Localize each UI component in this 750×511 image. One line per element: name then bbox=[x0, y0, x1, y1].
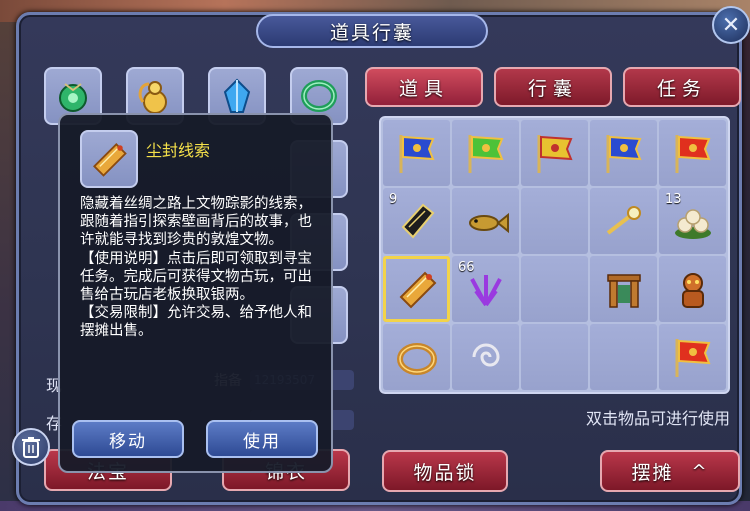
inventory-cell[interactable] bbox=[452, 188, 519, 254]
yellow-banner-icon bbox=[537, 135, 573, 173]
tab-items[interactable]: 道具 bbox=[365, 67, 483, 107]
inventory-cell[interactable] bbox=[452, 120, 519, 186]
gate-icon bbox=[606, 274, 641, 308]
trash-icon bbox=[22, 437, 40, 458]
item-tooltip: 尘封线索 隐藏着丝绸之路上文物踪影的线索，跟随着指引探索壁画背后的故事，也许就能… bbox=[58, 113, 333, 473]
move-button[interactable]: 移动 bbox=[72, 420, 184, 458]
tab-tasks[interactable]: 任务 bbox=[623, 67, 741, 107]
inventory-cell[interactable] bbox=[452, 324, 519, 390]
tooltip-item-name: 尘封线索 bbox=[146, 141, 211, 160]
gourd-icon bbox=[138, 81, 167, 114]
green-banner-icon bbox=[468, 135, 504, 173]
blue-banner-icon bbox=[399, 135, 435, 173]
item-lock-button[interactable]: 物品锁 bbox=[382, 450, 508, 492]
dusty-clue-icon bbox=[93, 143, 127, 177]
stall-label: 摆摊 bbox=[631, 461, 674, 484]
tab-bag[interactable]: 行囊 bbox=[494, 67, 612, 107]
usage-hint: 双击物品可进行使用 bbox=[585, 409, 730, 428]
inventory-cell[interactable] bbox=[383, 120, 450, 186]
inventory-grid: 9 13 66 bbox=[379, 116, 730, 394]
beast-icon bbox=[681, 273, 704, 308]
close-button[interactable]: ✕ bbox=[712, 6, 750, 44]
inventory-cell[interactable] bbox=[659, 324, 726, 390]
red-banner-icon bbox=[675, 135, 711, 173]
wand-icon bbox=[606, 206, 641, 235]
jade-amulet-icon bbox=[59, 83, 87, 112]
inventory-cell[interactable] bbox=[521, 120, 588, 186]
tooltip-description: 隐藏着丝绸之路上文物踪影的线索，跟随着指引探索壁画背后的故事，也许就能寻找到珍贵… bbox=[80, 196, 312, 340]
inventory-cell-selected[interactable] bbox=[383, 256, 450, 322]
inventory-cell[interactable]: 13 bbox=[659, 188, 726, 254]
fish-icon bbox=[468, 212, 509, 234]
inventory-cell[interactable] bbox=[590, 256, 657, 322]
close-icon: ✕ bbox=[721, 12, 741, 38]
inventory-cell[interactable]: 9 bbox=[383, 188, 450, 254]
blue-crystal-icon bbox=[223, 78, 251, 113]
use-button[interactable]: 使用 bbox=[206, 420, 318, 458]
silver-swirl-icon bbox=[472, 343, 500, 367]
red-banner-icon bbox=[675, 339, 711, 377]
inventory-cell[interactable] bbox=[590, 120, 657, 186]
window-title: 道具行囊 bbox=[329, 21, 414, 44]
inventory-cell[interactable]: 66 bbox=[452, 256, 519, 322]
item-count: 9 bbox=[389, 192, 398, 207]
ring-icon bbox=[396, 343, 437, 375]
inventory-cell-empty[interactable] bbox=[521, 188, 588, 254]
inventory-cell-empty[interactable] bbox=[521, 256, 588, 322]
inventory-cell[interactable] bbox=[659, 256, 726, 322]
inventory-cell[interactable] bbox=[590, 188, 657, 254]
inventory-cell[interactable] bbox=[659, 120, 726, 186]
chevron-up-icon: ^ bbox=[691, 460, 709, 482]
window-title-bar: 道具行囊 bbox=[256, 14, 488, 48]
dusty-clue-icon bbox=[399, 271, 436, 309]
scroll-icon bbox=[401, 203, 434, 239]
item-count: 66 bbox=[458, 260, 475, 275]
item-count: 13 bbox=[665, 192, 682, 207]
tooltip-item-slot bbox=[80, 130, 138, 188]
trash-button[interactable] bbox=[12, 428, 50, 466]
blue-banner-icon bbox=[606, 135, 642, 173]
inventory-cell-empty[interactable] bbox=[521, 324, 588, 390]
inventory-cell[interactable] bbox=[383, 324, 450, 390]
jade-bracelet-icon bbox=[301, 80, 337, 112]
stall-button[interactable]: 摆摊 ^ bbox=[600, 450, 740, 492]
inventory-cell-empty[interactable] bbox=[590, 324, 657, 390]
